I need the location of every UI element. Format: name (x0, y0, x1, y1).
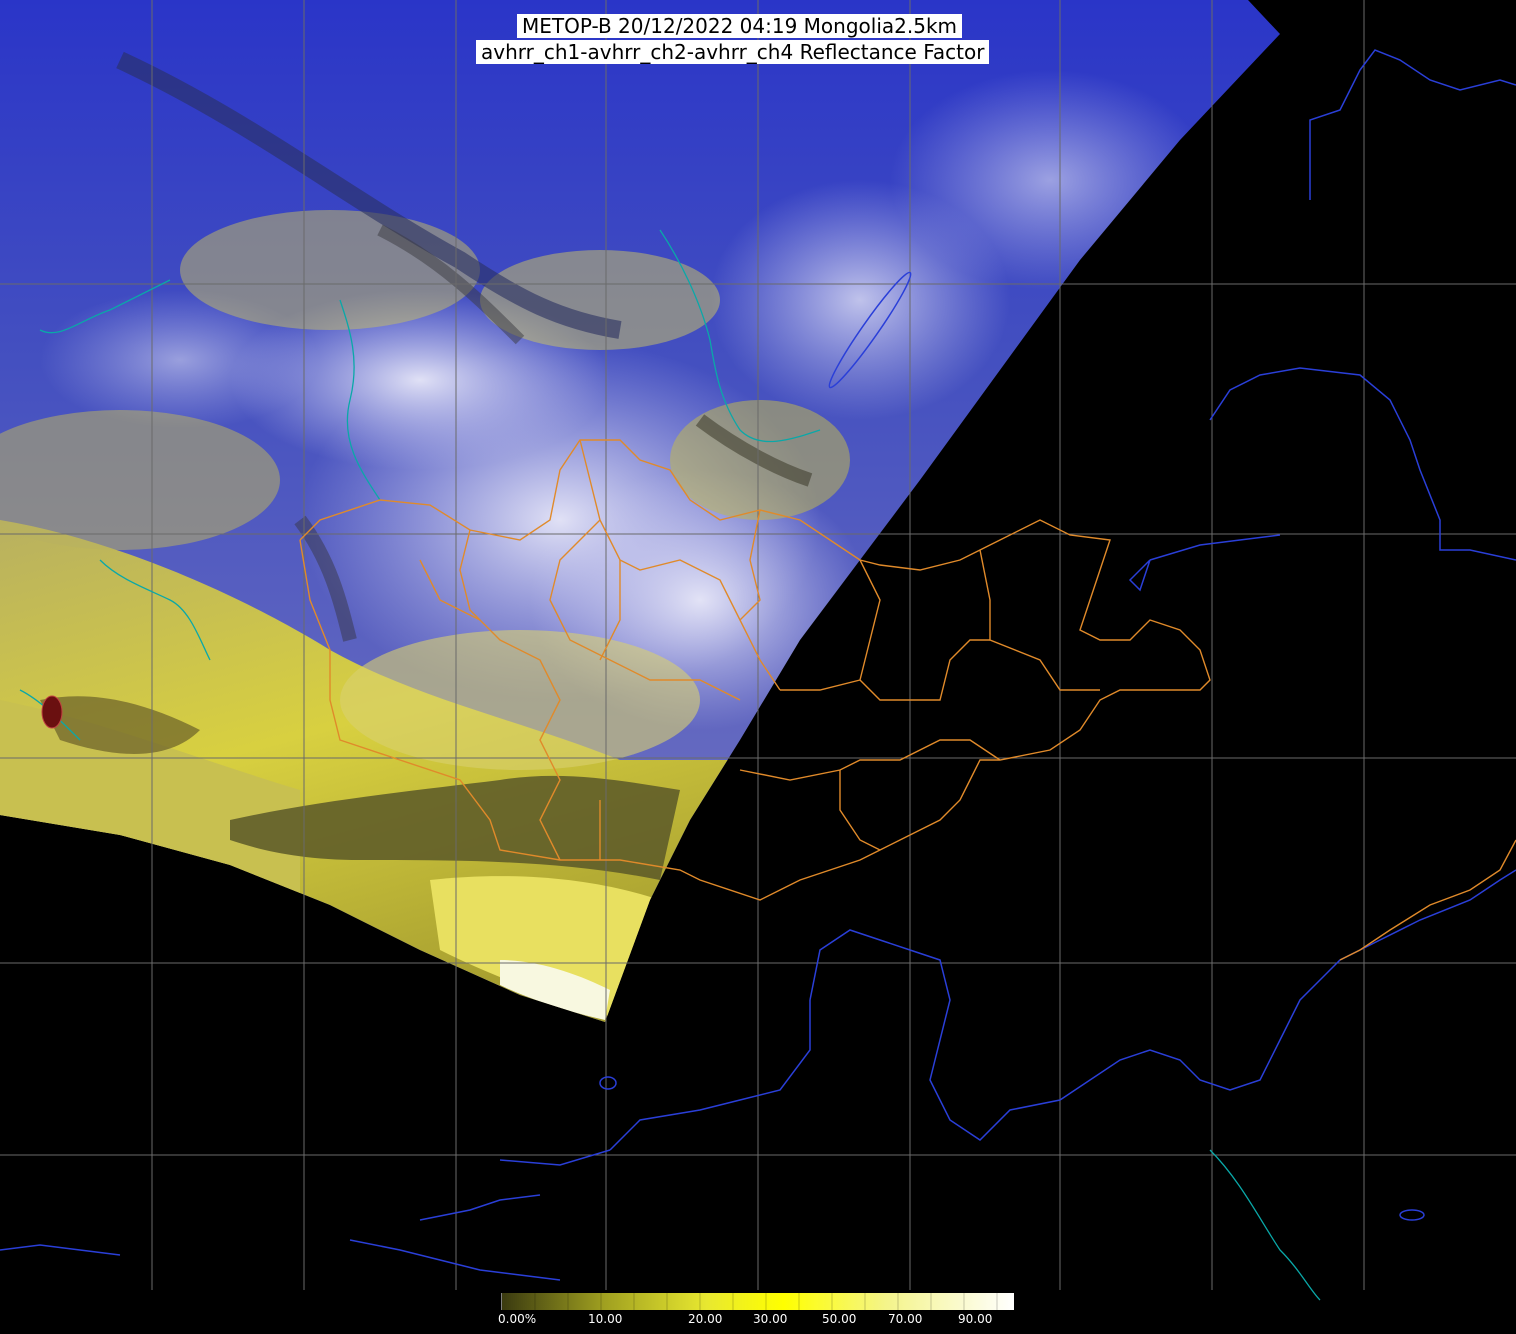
map-subtitle: avhrr_ch1-avhrr_ch2-avhrr_ch4 Reflectanc… (476, 40, 990, 64)
satellite-map (0, 0, 1516, 1310)
colorbar-label-30: 30.00 (753, 1312, 788, 1326)
satellite-swath (0, 0, 1280, 1022)
colorbar-label-70: 70.00 (888, 1312, 923, 1326)
colorbar-label-0: 0.00% (498, 1312, 537, 1326)
colorbar-label-10: 10.00 (588, 1312, 623, 1326)
red-lake (41, 695, 63, 729)
colorbar-label-90: 90.00 (958, 1312, 993, 1326)
map-title: METOP-B 20/12/2022 04:19 Mongolia2.5km (517, 14, 963, 38)
colorbar-label-50: 50.00 (822, 1312, 857, 1326)
colorbar-label-20: 20.00 (688, 1312, 723, 1326)
colorbar (502, 1293, 1014, 1310)
